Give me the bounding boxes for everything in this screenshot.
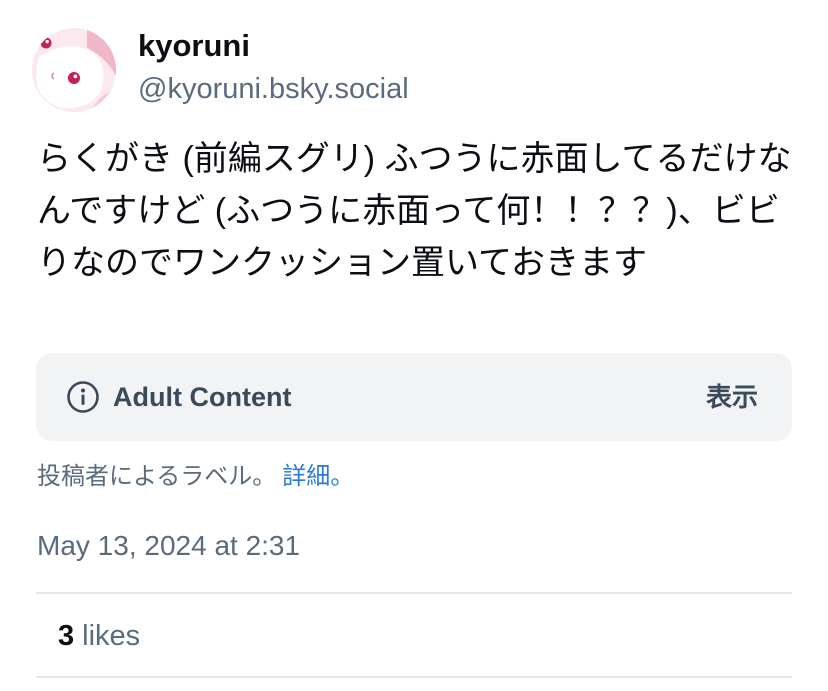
label-source-note: 投稿者によるラベル。 詳細。 — [37, 460, 354, 494]
character-avatar-icon — [32, 28, 116, 112]
post-view: kyoruni @kyoruni.bsky.social らくがき (前編スグリ… — [0, 0, 828, 691]
content-warning-title: Adult Content — [113, 382, 292, 412]
divider — [36, 676, 792, 678]
label-details-link[interactable]: 詳細。 — [282, 463, 354, 490]
author-display-name[interactable]: kyoruni — [138, 26, 250, 66]
label-source-text: 投稿者によるラベル。 — [37, 463, 277, 490]
content-warning-box[interactable]: Adult Content 表示 — [36, 353, 792, 441]
likes-number: 3 — [58, 620, 75, 652]
likes-label: likes — [82, 620, 141, 652]
likes-count[interactable]: 3 likes — [58, 617, 140, 655]
avatar[interactable] — [32, 28, 116, 112]
author-handle[interactable]: @kyoruni.bsky.social — [138, 70, 409, 108]
divider — [36, 592, 792, 594]
post-timestamp: May 13, 2024 at 2:31 — [37, 530, 301, 561]
info-circle-icon — [67, 381, 99, 413]
post-text: らくがき (前編スグリ) ふつうに赤面してるだけなんですけど (ふつうに赤面って… — [37, 140, 792, 282]
show-content-button[interactable]: 表示 — [706, 378, 758, 416]
